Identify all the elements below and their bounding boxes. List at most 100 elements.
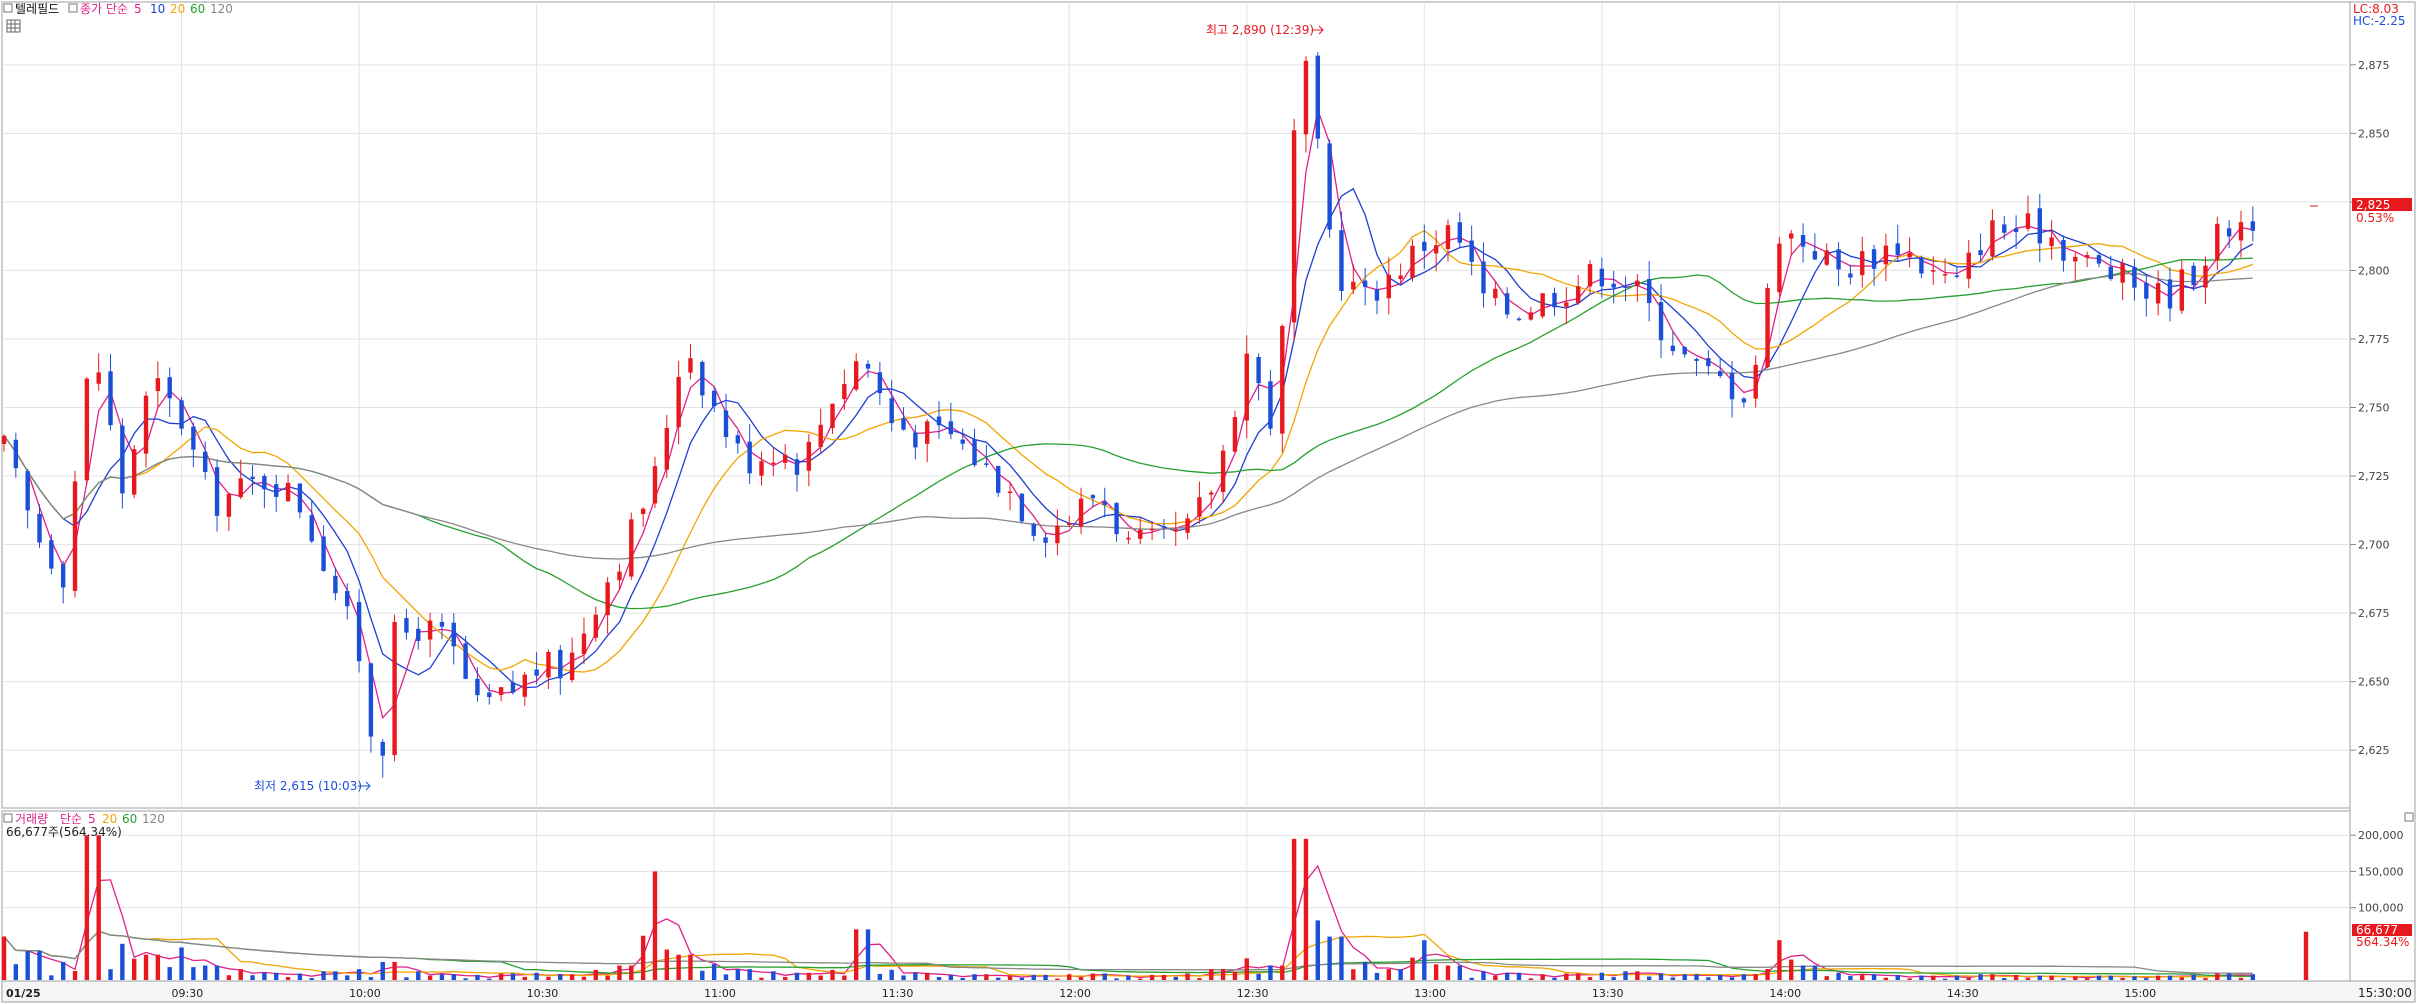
volume-bar [2132,976,2137,980]
ma120-label: 120 [210,2,233,16]
candle-body [593,614,598,638]
candle-body [1954,275,1960,277]
candle-body [427,620,433,640]
candle-body [818,424,823,448]
ma20-label: 20 [170,2,185,16]
volume-bar [2179,977,2185,980]
candle-body [2250,221,2256,231]
volume-bar [1670,977,1676,980]
candle-body [416,628,421,641]
candle-body [2155,283,2161,304]
candle-body [1836,249,1841,270]
volume-bar [1646,976,1652,980]
volume-bar [131,958,137,980]
candle-body [2025,213,2031,229]
volume-bar [1374,972,1380,980]
volume-bar [522,976,527,980]
volume-bar [2013,974,2019,980]
candle-body [1860,251,1865,276]
candle-body [1469,240,1474,262]
candle-body [131,449,137,495]
volume-bar [1398,969,1403,980]
candle-body [2120,262,2125,283]
volume-bar [617,965,622,980]
candle-body [1007,491,1013,494]
candle-body [1398,275,1403,279]
candle-body [794,459,800,475]
candle-body [546,651,551,678]
volume-bar [368,977,374,980]
volume-bar [664,949,670,980]
volume-panel-menu-icon[interactable] [2404,812,2414,822]
volume-bar [853,929,859,980]
candle-body [1481,261,1486,294]
candle-body [1,435,7,445]
candle-body [1410,245,1415,278]
stock-chart: 2,875 2,850 2,825 2,800 2,775 2,750 2,725 2,700… [1,1,2416,1003]
volume-bar [1919,975,1924,980]
volume-bar [1883,977,1889,980]
candle-body [629,519,634,577]
volume-bar [1611,977,1616,980]
volume-bar [1339,936,1344,980]
volume-bar [1351,969,1356,980]
candle-body [1575,286,1581,303]
candle-body [1942,274,1948,276]
candle-body [498,687,504,696]
time-tick-label: 10:30 [527,987,559,1000]
volume-bar [1244,958,1249,980]
candle-body [37,513,42,543]
candle-body [569,652,575,681]
candle-body [143,395,149,454]
candle-body [1623,286,1628,288]
candle-body [1670,345,1676,352]
volume-bar [2191,974,2196,980]
volume-bar [2226,973,2232,980]
candle-body [1528,312,1534,320]
candle-body [1800,235,1806,247]
time-tick-label: 15:00 [2124,987,2156,1000]
candle-body [1457,222,1463,243]
volume-bar [1718,974,1723,980]
candle-body [1386,274,1391,299]
volume-bar [1090,973,1096,980]
candle-body [2179,269,2185,311]
volume-bar [143,954,149,980]
volume-bar [842,975,847,980]
volume-bar [1422,940,1427,980]
volume-tick-label: 200,000 [2358,829,2404,842]
candle-body [1587,264,1593,287]
candle-body [2073,256,2078,262]
volume-bar [936,976,942,980]
volume-bar [984,974,989,980]
candle-body [1256,356,1261,384]
candle-body [759,461,764,476]
volume-bar [759,977,764,980]
volume-toggle-icon[interactable] [3,813,13,823]
vol-ma120-label: 120 [142,812,165,826]
candle-body [853,361,859,390]
candle-body [2037,208,2042,244]
ma60-label: 60 [190,2,205,16]
candle-body [1291,130,1297,323]
candle-body [688,358,693,373]
data-table-icon[interactable] [6,19,21,33]
panel-toggle-icon[interactable] [3,3,13,13]
candle-body [1777,243,1782,293]
volume-bar [1658,973,1664,980]
volume-bar [49,975,54,980]
volume-bar [2144,978,2149,980]
indicator-toggle-icon[interactable] [68,3,78,13]
price-tick-label: 2,700 [2358,539,2390,552]
candle-body [1658,302,1664,341]
price-tick-label: 2,875 [2358,59,2390,72]
volume-indicator-label: 단순 [60,812,82,826]
volume-bar [72,970,78,980]
candle-body [238,478,243,498]
volume-bar [1978,974,1983,980]
volume-bar [806,972,812,980]
candle-body [404,618,409,633]
price-panel-title: 텔레필드 [15,2,59,16]
volume-bar [1126,975,1131,980]
volume-bar [2025,978,2031,980]
